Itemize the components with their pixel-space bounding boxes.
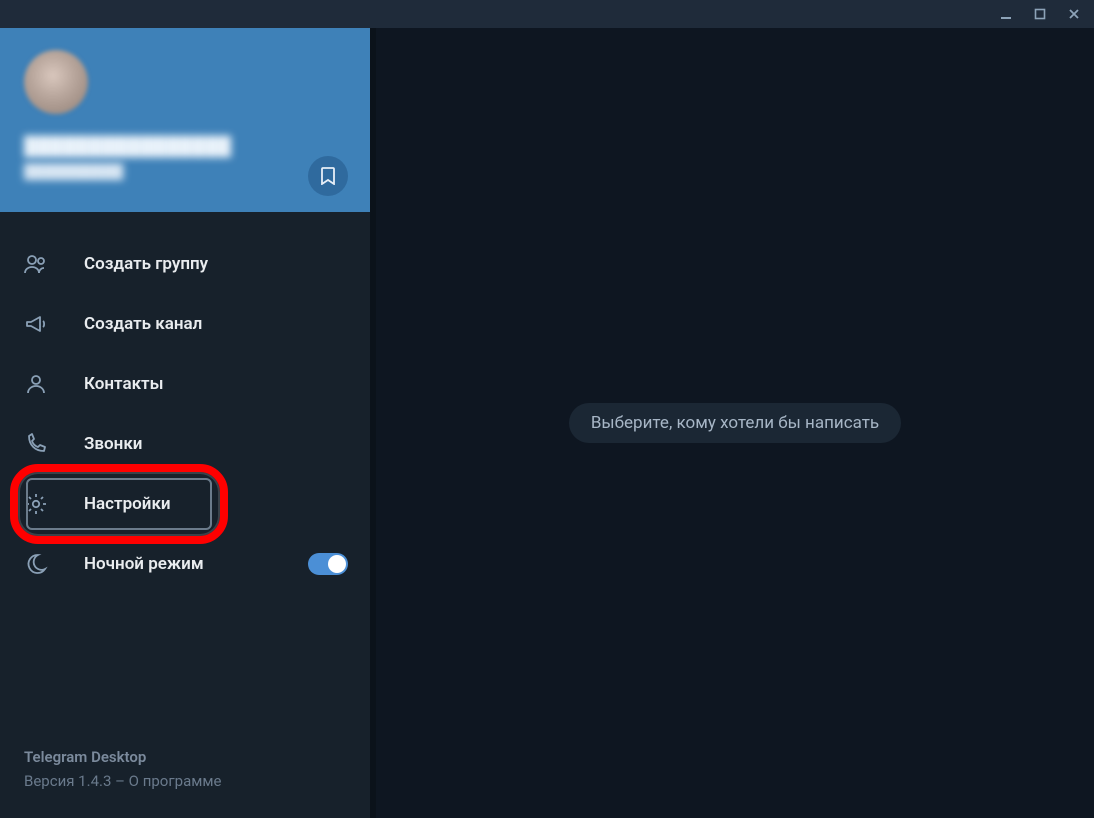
app-version[interactable]: Версия 1.4.3 – О программе — [24, 772, 346, 790]
menu-label: Контакты — [84, 374, 348, 394]
app-frame: ████████████████ ██████████ Создать груп… — [0, 28, 1094, 818]
saved-messages-button[interactable] — [308, 156, 348, 196]
phone-icon — [22, 432, 50, 456]
empty-chat-placeholder: Выберите, кому хотели бы написать — [569, 403, 901, 443]
menu-item-night-mode[interactable]: Ночной режим — [0, 534, 370, 594]
gear-icon — [22, 492, 50, 516]
profile-panel: ████████████████ ██████████ — [0, 28, 370, 212]
minimize-button[interactable] — [992, 2, 1020, 26]
sidebar-footer: Telegram Desktop Версия 1.4.3 – О програ… — [0, 748, 370, 818]
menu-label: Ночной режим — [84, 554, 274, 574]
menu-label: Звонки — [84, 434, 348, 454]
menu-label: Настройки — [84, 494, 348, 514]
chat-area: Выберите, кому хотели бы написать — [370, 28, 1094, 818]
menu-label: Создать канал — [84, 314, 348, 334]
maximize-button[interactable] — [1026, 2, 1054, 26]
menu-item-calls[interactable]: Звонки — [0, 414, 370, 474]
megaphone-icon — [22, 313, 50, 335]
person-icon — [22, 372, 50, 396]
menu-item-contacts[interactable]: Контакты — [0, 354, 370, 414]
bookmark-icon — [320, 167, 336, 185]
menu-item-settings[interactable]: Настройки — [0, 474, 370, 534]
profile-name: ████████████████ — [24, 136, 346, 157]
menu-item-new-group[interactable]: Создать группу — [0, 234, 370, 294]
sidebar-menu: Создать группу Создать канал Контакты Зв… — [0, 212, 370, 594]
titlebar — [0, 0, 1094, 28]
group-icon — [22, 253, 50, 275]
moon-icon — [22, 552, 50, 576]
menu-label: Создать группу — [84, 254, 348, 274]
sidebar: ████████████████ ██████████ Создать груп… — [0, 28, 370, 818]
menu-item-new-channel[interactable]: Создать канал — [0, 294, 370, 354]
profile-phone: ██████████ — [24, 163, 346, 180]
avatar[interactable] — [24, 50, 88, 114]
app-name: Telegram Desktop — [24, 748, 346, 766]
night-mode-toggle[interactable] — [308, 553, 348, 575]
close-button[interactable] — [1060, 2, 1088, 26]
